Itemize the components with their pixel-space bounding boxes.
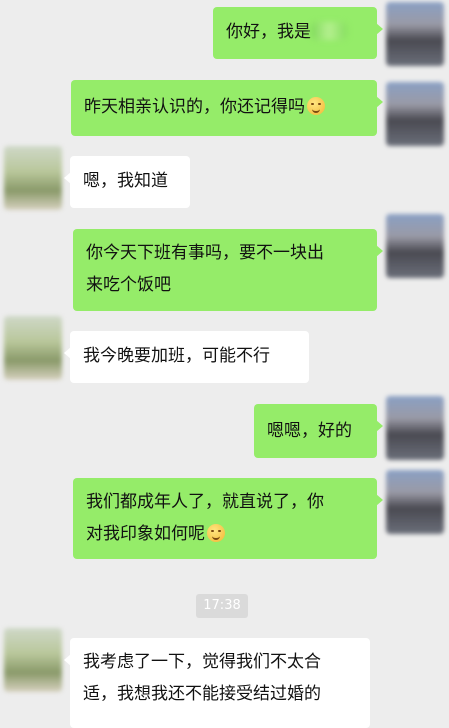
message-bubble-received[interactable]: 我考虑了一下，觉得我们不太合 适，我想我还不能接受结过婚的	[64, 638, 370, 728]
my-avatar[interactable]	[386, 2, 444, 66]
message-text: 昨天相亲认识的，你还记得吗	[84, 97, 305, 117]
message-bubble-received[interactable]: 嗯，我知道	[64, 156, 190, 208]
my-avatar[interactable]	[386, 470, 444, 534]
message-text-line: 来吃个饭吧	[86, 275, 171, 295]
message-bubble-sent[interactable]: 我们都成年人了，就直说了，你 对我印象如何呢	[73, 478, 383, 559]
timestamp: 17:38	[196, 594, 248, 618]
smiling-face-icon	[307, 97, 325, 115]
message-text: 嗯嗯，好的	[267, 421, 352, 441]
redacted-name	[311, 22, 347, 40]
message-text: 你好，我是	[226, 22, 311, 42]
message-bubble-sent[interactable]: 你今天下班有事吗，要不一块出 来吃个饭吧	[73, 229, 383, 311]
message-text: 嗯，我知道	[83, 171, 168, 191]
message-bubble-sent[interactable]: 你好，我是	[213, 7, 383, 59]
my-avatar[interactable]	[386, 82, 444, 146]
message-text: 我今晚要加班，可能不行	[83, 346, 270, 366]
my-avatar[interactable]	[386, 214, 444, 278]
message-text-line: 对我印象如何呢	[86, 518, 364, 550]
message-text-line: 你今天下班有事吗，要不一块出	[86, 243, 324, 263]
contact-avatar[interactable]	[4, 146, 62, 210]
message-bubble-sent[interactable]: 嗯嗯，好的	[254, 404, 383, 458]
message-text-line: 适，我想我还不能接受结过婚的	[83, 684, 321, 704]
message-bubble-sent[interactable]: 昨天相亲认识的，你还记得吗	[71, 80, 383, 136]
message-text-line: 我们都成年人了，就直说了，你	[86, 492, 324, 512]
message-text-line: 我考虑了一下，觉得我们不太合	[83, 652, 321, 672]
contact-avatar[interactable]	[4, 316, 62, 380]
smiling-face-icon	[207, 524, 225, 542]
message-bubble-received[interactable]: 我今晚要加班，可能不行	[64, 331, 309, 383]
contact-avatar[interactable]	[4, 628, 62, 692]
my-avatar[interactable]	[386, 396, 444, 460]
